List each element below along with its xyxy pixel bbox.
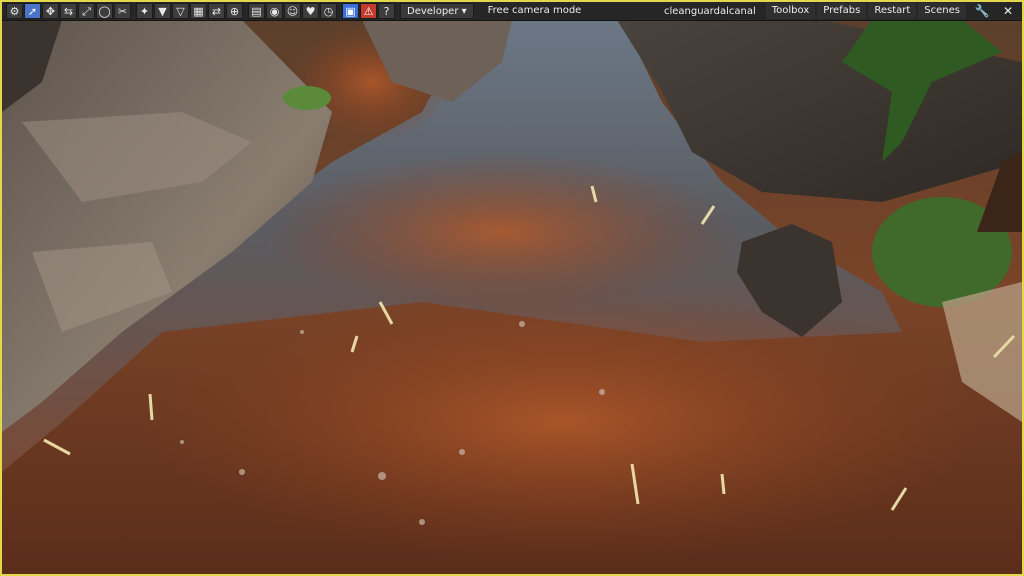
scene-name: cleanguardalcanal: [663, 5, 756, 17]
document-icon[interactable]: ▤: [248, 3, 265, 19]
warning-icon[interactable]: ⚠: [360, 3, 377, 19]
snap-icon[interactable]: ✂: [114, 3, 131, 19]
save-icon[interactable]: ▣: [342, 3, 359, 19]
camera-mode-label: Free camera mode: [487, 5, 582, 16]
toolbox-button[interactable]: Toolbox: [765, 3, 816, 19]
mud-foreground: [142, 282, 982, 562]
close-icon[interactable]: ✕: [998, 3, 1018, 19]
wrench-icon[interactable]: 🔧: [972, 3, 992, 19]
move-icon[interactable]: ✥: [42, 3, 59, 19]
select-cursor-icon[interactable]: ➚: [24, 3, 41, 19]
eye-icon[interactable]: ◉: [266, 3, 283, 19]
filter-outline-icon[interactable]: ▽: [172, 3, 189, 19]
target-icon[interactable]: ⊕: [226, 3, 243, 19]
transform-icon[interactable]: ✦: [136, 3, 153, 19]
filter-icon[interactable]: ▼: [154, 3, 171, 19]
help-icon[interactable]: ?: [378, 3, 395, 19]
settings-icon[interactable]: ⚙: [6, 3, 23, 19]
timer-icon[interactable]: ◷: [320, 3, 337, 19]
editor-toolbar: ⚙ ➚ ✥ ⇆ ⤢ ◯ ✂ ✦ ▼ ▽ ▦ ⇄ ⊕ ▤ ◉ ☺ ♥ ◷ ▣ ⚠? Developer ▾ Free c…: [2, 2, 1022, 21]
grass-patch: [283, 86, 331, 110]
grid-icon[interactable]: ▦: [190, 3, 207, 19]
prefabs-button[interactable]: Prefabs: [817, 3, 867, 19]
scene-render: [2, 2, 1022, 574]
restart-button[interactable]: Restart: [868, 3, 917, 19]
orbit-icon[interactable]: ◯: [96, 3, 113, 19]
scenes-button[interactable]: Scenes: [918, 3, 966, 19]
mode-dropdown[interactable]: Developer ▾: [400, 3, 474, 19]
mask-icon[interactable]: ☺: [284, 3, 301, 19]
tool-group: ⚙ ➚ ✥ ⇆ ⤢ ◯ ✂ ✦ ▼ ▽ ▦ ⇄ ⊕ ▤ ◉ ☺ ♥ ◷ ▣ ⚠?: [2, 2, 396, 20]
game-viewport[interactable]: [0, 0, 1024, 576]
rotate-icon[interactable]: ⇆: [60, 3, 77, 19]
split-icon[interactable]: ⇄: [208, 3, 225, 19]
heart-icon[interactable]: ♥: [302, 3, 319, 19]
scale-icon[interactable]: ⤢: [78, 3, 95, 19]
toolbar-right: cleanguardalcanal Toolbox Prefabs Restar…: [664, 2, 1022, 20]
